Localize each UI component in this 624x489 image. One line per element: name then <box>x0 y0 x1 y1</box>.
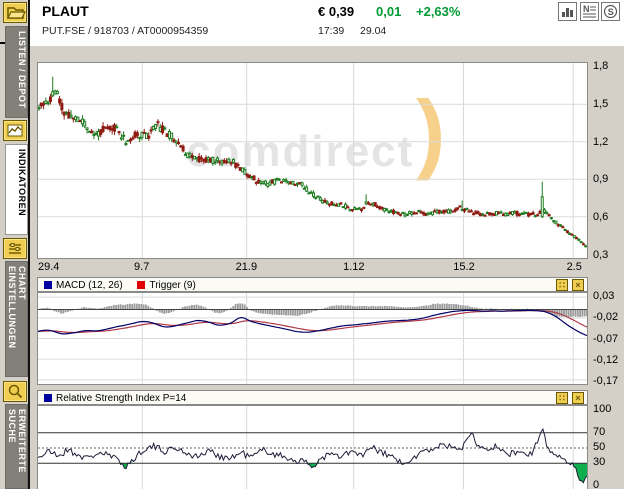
svg-text:N: N <box>583 4 590 14</box>
axis-tick-label: 15.2 <box>444 261 484 273</box>
main-x-axis: 29.4 9.7 21.9 1.12 15.2 2.5 <box>0 261 624 274</box>
price-change-pct: +2,63% <box>416 4 460 19</box>
axis-tick-label: 30 <box>593 456 605 468</box>
axis-tick-label: -0,02 <box>593 311 618 323</box>
macd-properties-icon[interactable]: ∷ <box>556 279 568 291</box>
axis-tick-label: 70 <box>593 426 605 438</box>
sidebar-tab-erweiterte-suche[interactable]: ERWEITERTE SUCHE <box>5 404 28 489</box>
axis-tick-label: 0,03 <box>593 290 614 302</box>
macd-chart[interactable] <box>37 292 588 385</box>
macd-close-icon[interactable]: × <box>572 279 584 291</box>
bar-chart-icon[interactable] <box>558 2 577 21</box>
price-change: 0,01 <box>376 4 401 19</box>
axis-tick-label: 1.12 <box>334 261 374 273</box>
axis-tick-label: 100 <box>593 403 611 415</box>
sidebar-tabstrip: LISTEN / DEPOT INDIKATOREN CHART EINSTEL… <box>0 0 30 489</box>
axis-tick-label: 0 <box>593 479 599 489</box>
instrument-header: PLAUT PUT.FSE / 918703 / AT0000954359 € … <box>30 0 624 46</box>
main-y-axis: 1,8 1,5 1,2 0,9 0,6 0,3 <box>591 62 624 259</box>
axis-tick-label: 0,9 <box>593 173 608 185</box>
rsi-properties-icon[interactable]: ∷ <box>556 392 568 404</box>
quote-date: 29.04 <box>360 25 386 37</box>
axis-tick-label: 50 <box>593 441 605 453</box>
sidebar-tab-listen-depot[interactable]: LISTEN / DEPOT <box>5 26 28 118</box>
folder-icon[interactable] <box>3 2 27 23</box>
rsi-panel-header: Relative Strength Index P=14 ∷ × <box>37 390 588 405</box>
rsi-legend-label: Relative Strength Index P=14 <box>56 391 186 405</box>
main-price-chart[interactable]: comdirect ) <box>37 62 588 259</box>
trigger-legend-swatch <box>137 281 145 289</box>
macd-y-axis: 0,03 -0,02 -0,07 -0,12 -0,17 <box>591 292 624 385</box>
axis-tick-label: 1,2 <box>593 136 608 148</box>
instrument-subtitle: PUT.FSE / 918703 / AT0000954359 <box>42 25 208 37</box>
macd-chart-svg <box>38 293 587 384</box>
rsi-legend-swatch <box>44 394 52 402</box>
price-value: € 0,39 <box>318 4 354 19</box>
magnifier-icon[interactable] <box>3 381 27 402</box>
instrument-title: PLAUT <box>42 3 89 19</box>
axis-tick-label: -0,17 <box>593 375 618 387</box>
axis-tick-label: 1,8 <box>593 60 608 72</box>
app-window: LISTEN / DEPOT INDIKATOREN CHART EINSTEL… <box>0 0 624 489</box>
chart-settings-icon[interactable] <box>3 238 27 259</box>
news-icon[interactable]: N <box>580 2 599 21</box>
macd-panel-header: MACD (12, 26) Trigger (9) ∷ × <box>37 277 588 292</box>
quote-time: 17:39 <box>318 25 344 37</box>
macd-legend-label: MACD (12, 26) <box>56 278 123 292</box>
rsi-close-icon[interactable]: × <box>572 392 584 404</box>
axis-tick-label: 9.7 <box>122 261 162 273</box>
axis-tick-label: 1,5 <box>593 98 608 110</box>
rsi-y-axis: 100 70 50 30 0 <box>591 405 624 489</box>
axis-tick-label: 21.9 <box>226 261 266 273</box>
main-chart-svg <box>38 63 587 258</box>
axis-tick-label: -0,12 <box>593 354 618 366</box>
axis-tick-label: 29.4 <box>38 261 78 273</box>
macd-legend-swatch <box>44 281 52 289</box>
trigger-legend-label: Trigger (9) <box>149 278 195 292</box>
rsi-chart-svg <box>38 406 587 489</box>
sidebar-tab-chart-einstellungen[interactable]: CHART EINSTELLUNGEN <box>5 261 28 377</box>
s-circle-icon[interactable]: S <box>601 2 620 21</box>
axis-tick-label: 0,6 <box>593 211 608 223</box>
svg-text:S: S <box>608 7 614 17</box>
sidebar-tab-indikatoren[interactable]: INDIKATOREN <box>5 144 28 235</box>
axis-tick-label: 0,3 <box>593 249 608 261</box>
indicators-icon[interactable] <box>3 120 27 141</box>
axis-tick-label: -0,07 <box>593 333 618 345</box>
axis-tick-label: 2.5 <box>554 261 594 273</box>
rsi-chart[interactable] <box>37 405 588 489</box>
